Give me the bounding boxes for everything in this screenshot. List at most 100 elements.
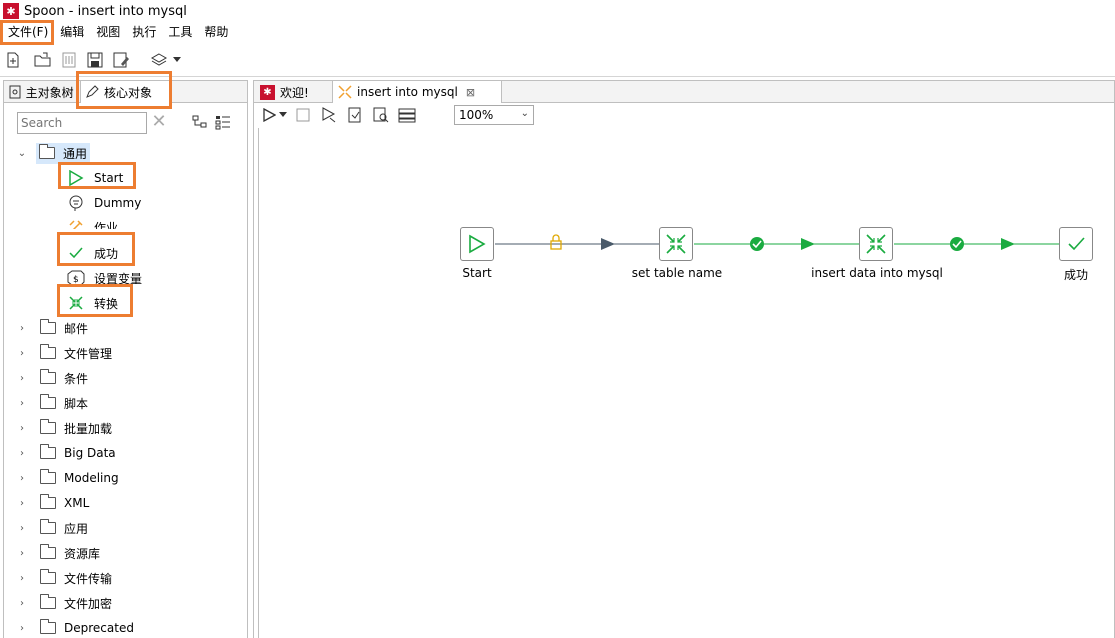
title-bar: ✱ Spoon - insert into mysql	[0, 0, 1115, 22]
zoom-select[interactable]: 100% ⌄	[454, 105, 534, 125]
spoon-logo-icon: ✱	[260, 84, 275, 100]
new-file-icon[interactable]	[2, 49, 24, 71]
tree-folder-general[interactable]: ⌄ 通用	[16, 142, 91, 164]
layers-icon[interactable]	[148, 49, 170, 71]
folder-icon	[40, 594, 56, 609]
hop-layer	[495, 234, 1059, 251]
chevron-right-icon[interactable]: ›	[16, 423, 28, 434]
node-success-label: 成功	[1063, 268, 1089, 282]
save-icon[interactable]	[84, 49, 106, 71]
expand-all-icon[interactable]	[192, 114, 210, 132]
node-set-table-name[interactable]	[659, 227, 693, 261]
node-insert-data-into-mysql[interactable]	[859, 227, 893, 261]
zoom-value: 100%	[459, 108, 494, 122]
tree-folder[interactable]: › 文件管理	[16, 342, 112, 364]
tree-folder-label: 脚本	[64, 396, 89, 411]
menu-help[interactable]: 帮助	[198, 22, 234, 43]
tree-folder[interactable]: › 脚本	[16, 392, 88, 414]
save-as-icon[interactable]	[110, 49, 132, 71]
hop-arrow-icon	[601, 238, 615, 250]
window-title: Spoon - insert into mysql	[24, 3, 187, 19]
tree-folder-label: 文件加密	[64, 596, 113, 611]
check-icon[interactable]	[346, 104, 364, 126]
tree-folder[interactable]: › 文件传输	[16, 567, 112, 589]
run-icon[interactable]	[260, 104, 278, 126]
tree-folder-label: 批量加载	[64, 421, 113, 436]
tree-folder-label: Deprecated	[64, 621, 134, 635]
tree-folder-label: XML	[64, 496, 90, 510]
open-file-icon[interactable]	[32, 49, 54, 71]
chevron-right-icon[interactable]: ›	[16, 498, 28, 509]
highlight-transformation	[57, 284, 133, 317]
explore-repository-icon[interactable]	[58, 49, 80, 71]
hop-success-icon	[750, 237, 764, 251]
dummy-icon	[66, 193, 86, 213]
chevron-right-icon[interactable]: ›	[16, 548, 28, 559]
node-success[interactable]	[1059, 227, 1093, 261]
tree-item-dummy-label: Dummy	[94, 196, 142, 210]
tree-folder[interactable]: › 邮件	[16, 317, 88, 339]
tree-folder[interactable]: › 条件	[16, 367, 88, 389]
folder-icon	[40, 519, 56, 534]
clear-search-icon[interactable]: ✕	[150, 113, 168, 131]
folder-icon	[40, 494, 56, 509]
node-start-label: Start	[462, 266, 492, 280]
menu-edit[interactable]: 编辑	[54, 22, 90, 43]
collapse-all-icon[interactable]	[215, 114, 233, 132]
hop-success-icon	[950, 237, 964, 251]
tab-welcome-label: 欢迎!	[280, 85, 309, 100]
chevron-right-icon[interactable]: ›	[16, 398, 28, 409]
highlight-core-objects-tab	[76, 71, 172, 109]
chevron-down-icon[interactable]: ⌄	[16, 148, 28, 159]
job-icon	[66, 217, 86, 229]
chevron-right-icon[interactable]: ›	[16, 573, 28, 584]
chevron-right-icon[interactable]: ›	[16, 473, 28, 484]
node-start[interactable]	[460, 227, 494, 261]
impact-analysis-icon[interactable]	[372, 104, 390, 126]
tree-item-job[interactable]: 作业	[66, 217, 118, 229]
chevron-right-icon[interactable]: ›	[16, 598, 28, 609]
tree-folder[interactable]: › XML	[16, 492, 89, 514]
tree-folder[interactable]: › 资源库	[16, 542, 100, 564]
tree-folder-label: 文件管理	[64, 346, 113, 361]
tree-folder[interactable]: › Big Data	[16, 442, 116, 464]
sql-icon[interactable]	[398, 104, 416, 126]
chevron-right-icon[interactable]: ›	[16, 348, 28, 359]
close-tab-icon[interactable]: ⊠	[466, 86, 475, 99]
layers-dropdown-icon[interactable]	[172, 49, 182, 71]
tab-welcome[interactable]: ✱ 欢迎!	[256, 81, 332, 103]
run-dropdown-icon[interactable]	[278, 104, 288, 126]
node-insert-data-into-mysql-label: insert data into mysql	[811, 266, 943, 280]
node-set-table-name-label: set table name	[631, 266, 723, 280]
folder-icon	[40, 344, 56, 359]
transformation-icon	[866, 234, 886, 254]
tree-folder[interactable]: › 批量加载	[16, 417, 112, 439]
menu-view[interactable]: 视图	[90, 22, 126, 43]
tree-folder[interactable]: › Modeling	[16, 467, 119, 489]
tree-item-dummy[interactable]: Dummy	[66, 192, 141, 214]
chevron-right-icon[interactable]: ›	[16, 623, 28, 634]
stop-icon[interactable]	[294, 104, 312, 126]
tree-doc-icon	[9, 85, 21, 99]
tab-main-object-tree[interactable]: 主对象树	[4, 81, 78, 103]
tab-insert-into-mysql[interactable]: insert into mysql ⊠	[332, 81, 502, 103]
tree-folder[interactable]: › 文件加密	[16, 592, 112, 614]
folder-icon	[40, 619, 56, 634]
chevron-right-icon[interactable]: ›	[16, 373, 28, 384]
tree-folder[interactable]: › Deprecated	[16, 617, 134, 638]
chevron-right-icon[interactable]: ›	[16, 448, 28, 459]
transformation-icon	[666, 234, 686, 254]
highlight-menu-file	[0, 20, 54, 45]
folder-icon	[40, 419, 56, 434]
menu-run[interactable]: 执行	[126, 22, 162, 43]
menu-tools[interactable]: 工具	[162, 22, 198, 43]
job-canvas[interactable]: Start set table name insert data into my…	[258, 128, 1110, 638]
right-panel: ✱ 欢迎! insert into mysql ⊠ 100% ⌄ Start s…	[253, 80, 1115, 638]
folder-icon	[40, 569, 56, 584]
chevron-right-icon[interactable]: ›	[16, 323, 28, 334]
search-input[interactable]	[17, 112, 147, 134]
spoon-logo-icon: ✱	[3, 3, 19, 19]
preview-icon[interactable]	[320, 104, 338, 126]
tree-folder[interactable]: › 应用	[16, 517, 88, 539]
chevron-right-icon[interactable]: ›	[16, 523, 28, 534]
